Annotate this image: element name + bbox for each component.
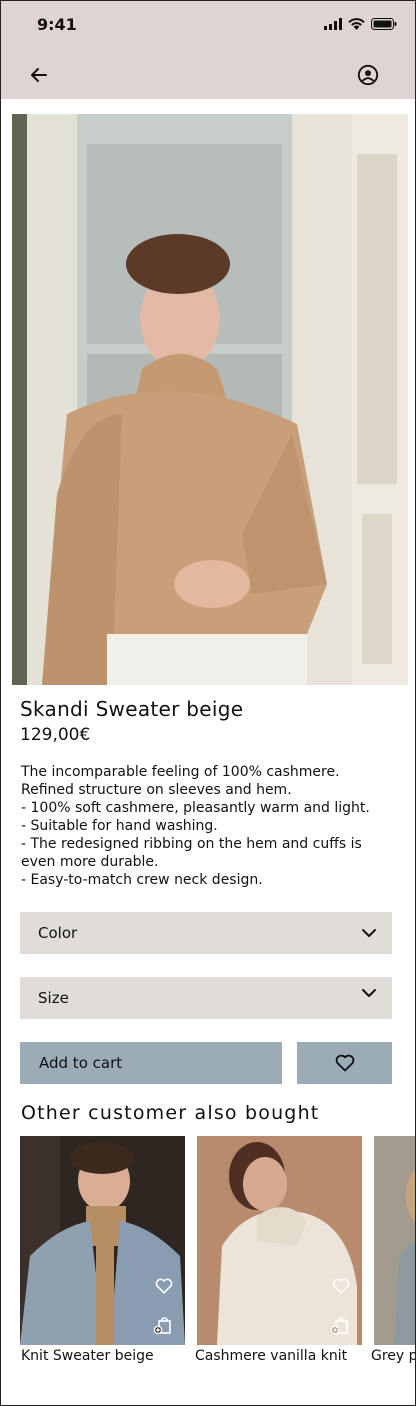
add-to-cart-button[interactable]: Add to cart xyxy=(20,1042,282,1084)
heart-icon xyxy=(335,1054,354,1072)
description-line: - 100% soft cashmere, pleasantly warm an… xyxy=(21,800,370,816)
chevron-down-icon xyxy=(362,989,376,997)
recommendation-card[interactable] xyxy=(20,1136,185,1345)
battery-icon xyxy=(371,18,397,30)
product-thumbnail xyxy=(374,1136,415,1345)
product-thumbnail xyxy=(20,1136,185,1345)
product-image xyxy=(12,114,408,685)
recommendation-name[interactable]: Cashmere vanilla knit xyxy=(195,1348,347,1364)
add-to-bag-icon[interactable] xyxy=(153,1315,173,1335)
recommendation-name[interactable]: Grey p xyxy=(371,1348,415,1364)
status-icons xyxy=(324,18,397,30)
user-circle-icon[interactable] xyxy=(357,64,379,86)
description-line: even more durable. xyxy=(21,854,159,870)
recommendation-card[interactable] xyxy=(374,1136,415,1345)
product-title: Skandi Sweater beige xyxy=(20,697,244,721)
recommendation-card[interactable] xyxy=(197,1136,362,1345)
size-select[interactable]: Size xyxy=(20,977,392,1019)
recommendation-name[interactable]: Knit Sweater beige xyxy=(21,1348,154,1364)
wishlist-button[interactable] xyxy=(297,1042,392,1084)
heart-icon[interactable] xyxy=(155,1277,173,1295)
description-line: - The redesigned ribbing on the hem and … xyxy=(21,836,362,852)
arrow-left-icon[interactable] xyxy=(27,63,51,87)
description-line: The incomparable feeling of 100% cashmer… xyxy=(21,764,340,780)
add-to-bag-icon[interactable] xyxy=(330,1315,350,1335)
description-line: - Easy-to-match crew neck design. xyxy=(21,872,263,888)
top-bar: 9:41 xyxy=(1,1,415,99)
heart-icon[interactable] xyxy=(332,1277,350,1295)
app-screen: 9:41 Skandi Sweater beige 129,00€ The in… xyxy=(0,0,416,1406)
recommendations-title: Other customer also bought xyxy=(21,1102,320,1124)
description-line: Refined structure on sleeves and hem. xyxy=(21,782,292,798)
signal-icon xyxy=(324,18,342,30)
color-select[interactable]: Color xyxy=(20,912,392,954)
wifi-icon xyxy=(348,18,365,30)
chevron-down-icon xyxy=(362,929,376,937)
product-thumbnail xyxy=(197,1136,362,1345)
status-time: 9:41 xyxy=(37,15,77,34)
product-price: 129,00€ xyxy=(20,725,91,745)
size-select-label: Size xyxy=(38,989,69,1007)
add-to-cart-label: Add to cart xyxy=(39,1054,123,1072)
product-description: The incomparable feeling of 100% cashmer… xyxy=(21,763,397,889)
color-select-label: Color xyxy=(38,924,78,942)
description-line: - Suitable for hand washing. xyxy=(21,818,218,834)
